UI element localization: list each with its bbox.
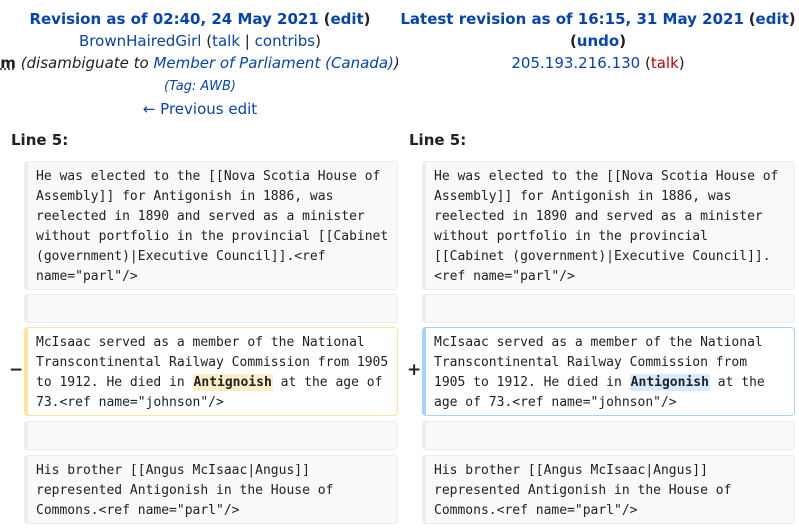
old-user-contribs-link[interactable]: contribs: [255, 32, 315, 50]
old-edit-link[interactable]: edit: [330, 10, 363, 28]
summary-link[interactable]: Member of Parliament (Canada): [153, 54, 393, 72]
old-line-number: Line 5:: [11, 131, 69, 149]
previous-edit-link[interactable]: ← Previous edit: [143, 100, 257, 118]
old-revision-header: Revision as of 02:40, 24 May 2021 (edit)…: [0, 10, 400, 118]
deleted-word: Antignoish: [192, 374, 273, 391]
empty-line-new-2: [422, 421, 795, 450]
tag-link[interactable]: (Tag: AWB): [164, 79, 236, 94]
deletion-marker: −: [9, 360, 24, 380]
context-line-old-3: His brother [[Angus McIsaac|Angus]] repr…: [24, 455, 398, 524]
ip-talk-link[interactable]: talk: [651, 54, 679, 72]
context-line-new: He was elected to the [[Nova Scotia Hous…: [422, 161, 795, 290]
ip-user-link[interactable]: 205.193.216.130: [511, 54, 640, 72]
new-revision-header: Latest revision as of 16:15, 31 May 2021…: [400, 10, 796, 72]
new-edit-link[interactable]: edit: [756, 10, 789, 28]
old-user-talk-link[interactable]: talk: [212, 32, 240, 50]
minor-edit-marker: m: [0, 54, 16, 72]
empty-line-new: [422, 294, 795, 323]
old-revision-link[interactable]: Revision as of 02:40, 24 May 2021: [29, 10, 318, 28]
addition-marker: +: [407, 360, 422, 380]
added-line: McIsaac served as a member of the Nation…: [422, 327, 795, 416]
context-line-new-3: His brother [[Angus McIsaac|Angus]] repr…: [422, 455, 795, 524]
empty-line-old: [24, 294, 398, 323]
edit-summary: (disambiguate to Member of Parliament (C…: [21, 54, 400, 72]
context-line-old: He was elected to the [[Nova Scotia Hous…: [24, 161, 398, 290]
separator: |: [244, 32, 250, 50]
new-line-number: Line 5:: [409, 131, 467, 149]
empty-line-old-2: [24, 421, 398, 450]
deleted-line: McIsaac served as a member of the Nation…: [24, 327, 398, 416]
undo-link[interactable]: undo: [577, 32, 619, 50]
summary-prefix: (disambiguate to: [20, 54, 154, 72]
new-revision-link[interactable]: Latest revision as of 16:15, 31 May 2021: [400, 10, 744, 28]
added-word: Antigonish: [629, 374, 710, 391]
old-user-link[interactable]: BrownHairedGirl: [79, 32, 201, 50]
